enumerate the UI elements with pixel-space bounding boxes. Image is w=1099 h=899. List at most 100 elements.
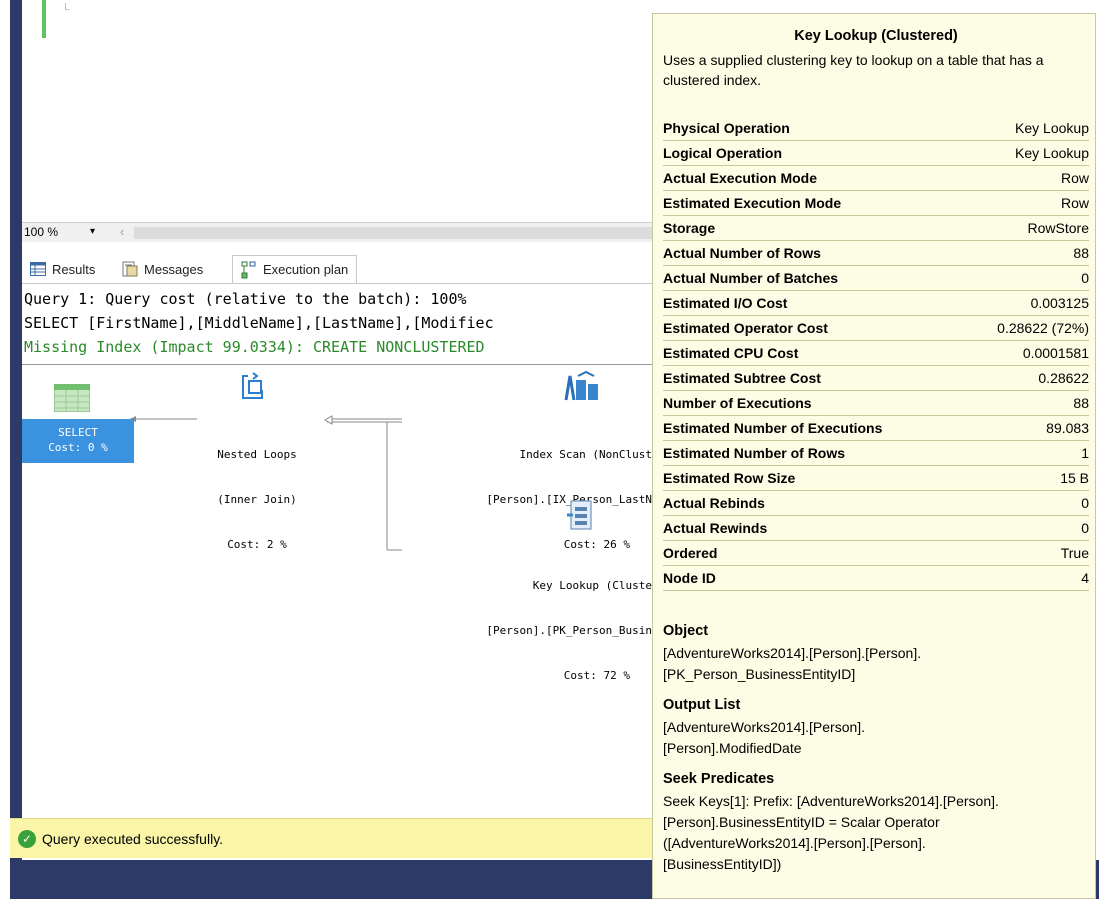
select-node-icon[interactable] — [54, 384, 90, 412]
property-value: 0 — [1081, 495, 1089, 511]
zoom-level[interactable]: 100 % — [24, 225, 58, 239]
key-lookup-sub: [Person].[PK_Person_Busin — [486, 624, 652, 637]
select-node-name: SELECT — [58, 426, 98, 439]
execution-plan-icon — [241, 261, 256, 278]
property-row: Estimated CPU Cost 0.0001581 — [663, 341, 1089, 366]
property-value: 0 — [1081, 520, 1089, 536]
index-scan-name: Index Scan (NonClust — [519, 448, 652, 461]
property-row: Actual Rebinds 0 — [663, 491, 1089, 516]
property-key: Node ID — [663, 570, 716, 586]
property-key: Estimated Row Size — [663, 470, 796, 486]
change-marker — [42, 0, 46, 38]
property-key: Actual Execution Mode — [663, 170, 818, 186]
property-key: Number of Executions — [663, 395, 812, 411]
property-value: 0.28622 — [1038, 370, 1089, 386]
property-row: Actual Number of Rows 88 — [663, 241, 1089, 266]
property-key: Estimated Number of Executions — [663, 420, 883, 436]
property-value: Key Lookup — [1015, 145, 1089, 161]
property-value: 88 — [1073, 245, 1089, 261]
tooltip-description: Uses a supplied clustering key to lookup… — [663, 52, 1044, 88]
nested-loops-node[interactable]: Nested Loops (Inner Join) Cost: 2 % — [192, 417, 322, 582]
property-value: True — [1060, 545, 1089, 561]
property-value: Row — [1060, 195, 1089, 211]
key-lookup-cost: Cost: 72 % — [563, 669, 630, 682]
key-lookup-icon[interactable] — [567, 499, 597, 533]
zoom-bar: 100 % ▾ ‹ — [22, 222, 652, 242]
property-row: Estimated Operator Cost 0.28622 (72%) — [663, 316, 1089, 341]
object-heading: Object — [663, 623, 709, 639]
tab-execution-plan[interactable]: Execution plan — [232, 255, 358, 283]
messages-icon — [122, 261, 138, 277]
tooltip-properties: Physical Operation Key Lookup Logical Oper… — [663, 116, 1089, 591]
nested-loops-icon[interactable] — [240, 372, 266, 402]
property-key: Ordered — [663, 545, 718, 561]
status-message: Query executed successfully. — [42, 831, 224, 847]
operator-tooltip: Key Lookup (Clustered) Uses a supplied c… — [652, 13, 1096, 899]
property-value: Key Lookup — [1015, 120, 1089, 136]
execution-plan-pane: Query 1: Query cost (relative to the bat… — [22, 284, 652, 804]
property-key: Estimated Operator Cost — [663, 320, 828, 336]
property-key: Estimated Number of Rows — [663, 445, 846, 461]
index-scan-sub: [Person].[IX_Person_LastN — [486, 493, 652, 506]
status-bar: ✓ Query executed successfully. — [10, 818, 652, 858]
output-list-value: [AdventureWorks2014].[Person]. [Person].… — [663, 719, 866, 756]
property-row: Physical Operation Key Lookup — [663, 116, 1089, 141]
property-row: Ordered True — [663, 541, 1089, 566]
object-value: [AdventureWorks2014].[Person].[Person]. … — [663, 645, 922, 682]
property-row: Estimated Number of Executions 89.083 — [663, 416, 1089, 441]
property-key: Physical Operation — [663, 120, 790, 136]
property-value: 15 B — [1060, 470, 1089, 486]
result-tabs: Results Messages Execution plan — [22, 252, 652, 284]
query-editor[interactable]: L — [22, 0, 652, 222]
property-row: Actual Number of Batches 0 — [663, 266, 1089, 291]
window-left-border — [10, 0, 22, 870]
property-row: Number of Executions 88 — [663, 391, 1089, 416]
property-value: 0.28622 (72%) — [997, 320, 1089, 336]
key-lookup-node[interactable]: Key Lookup (Cluste [Person].[PK_Person_B… — [412, 548, 652, 713]
success-check-icon: ✓ — [18, 830, 36, 848]
property-row: Actual Execution Mode Row — [663, 166, 1089, 191]
property-value: 0.0001581 — [1022, 345, 1089, 361]
property-row: Estimated Execution Mode Row — [663, 191, 1089, 216]
tab-messages[interactable]: Messages — [114, 255, 211, 283]
property-value: 89.083 — [1046, 420, 1089, 436]
tab-messages-label: Messages — [144, 261, 204, 277]
nested-loops-cost: Cost: 2 % — [227, 538, 287, 551]
property-key: Estimated Subtree Cost — [663, 370, 821, 386]
property-value: Row — [1060, 170, 1089, 186]
property-value: 1 — [1081, 445, 1089, 461]
tab-results[interactable]: Results — [22, 255, 103, 283]
key-lookup-name: Key Lookup (Cluste — [532, 579, 652, 592]
property-value: 0.003125 — [1030, 295, 1089, 311]
property-key: Actual Rewinds — [663, 520, 768, 536]
select-node[interactable]: SELECT Cost: 0 % — [22, 419, 134, 463]
property-row: Estimated Row Size 15 B — [663, 466, 1089, 491]
nested-loops-name: Nested Loops — [217, 448, 297, 461]
property-key: Estimated Execution Mode — [663, 195, 842, 211]
index-scan-icon[interactable] — [564, 370, 600, 404]
property-key: Actual Number of Rows — [663, 245, 821, 261]
seek-predicates-value: Seek Keys[1]: Prefix: [AdventureWorks201… — [663, 793, 999, 872]
scroll-left-icon[interactable]: ‹ — [120, 224, 124, 239]
nested-loops-sub: (Inner Join) — [217, 493, 297, 506]
tab-results-label: Results — [52, 261, 96, 277]
property-value: 88 — [1073, 395, 1089, 411]
property-row: Estimated Subtree Cost 0.28622 — [663, 366, 1089, 391]
property-value: 0 — [1081, 270, 1089, 286]
property-row: Estimated I/O Cost 0.003125 — [663, 291, 1089, 316]
horizontal-scrollbar[interactable] — [134, 227, 652, 239]
seek-predicates-heading: Seek Predicates — [663, 771, 775, 787]
tooltip-title: Key Lookup (Clustered) — [794, 28, 958, 44]
property-key: Estimated CPU Cost — [663, 345, 799, 361]
zoom-dropdown-icon[interactable]: ▾ — [90, 226, 95, 237]
output-list-heading: Output List — [663, 697, 741, 713]
select-node-cost: Cost: 0 % — [48, 441, 108, 454]
property-key: Estimated I/O Cost — [663, 295, 788, 311]
property-row: Logical Operation Key Lookup — [663, 141, 1089, 166]
property-row: Node ID 4 — [663, 566, 1089, 591]
property-key: Storage — [663, 220, 716, 236]
property-key: Actual Number of Batches — [663, 270, 839, 286]
tab-execution-plan-label: Execution plan — [263, 262, 349, 277]
property-value: 4 — [1081, 570, 1089, 586]
editor-line-marker: L — [64, 2, 71, 13]
